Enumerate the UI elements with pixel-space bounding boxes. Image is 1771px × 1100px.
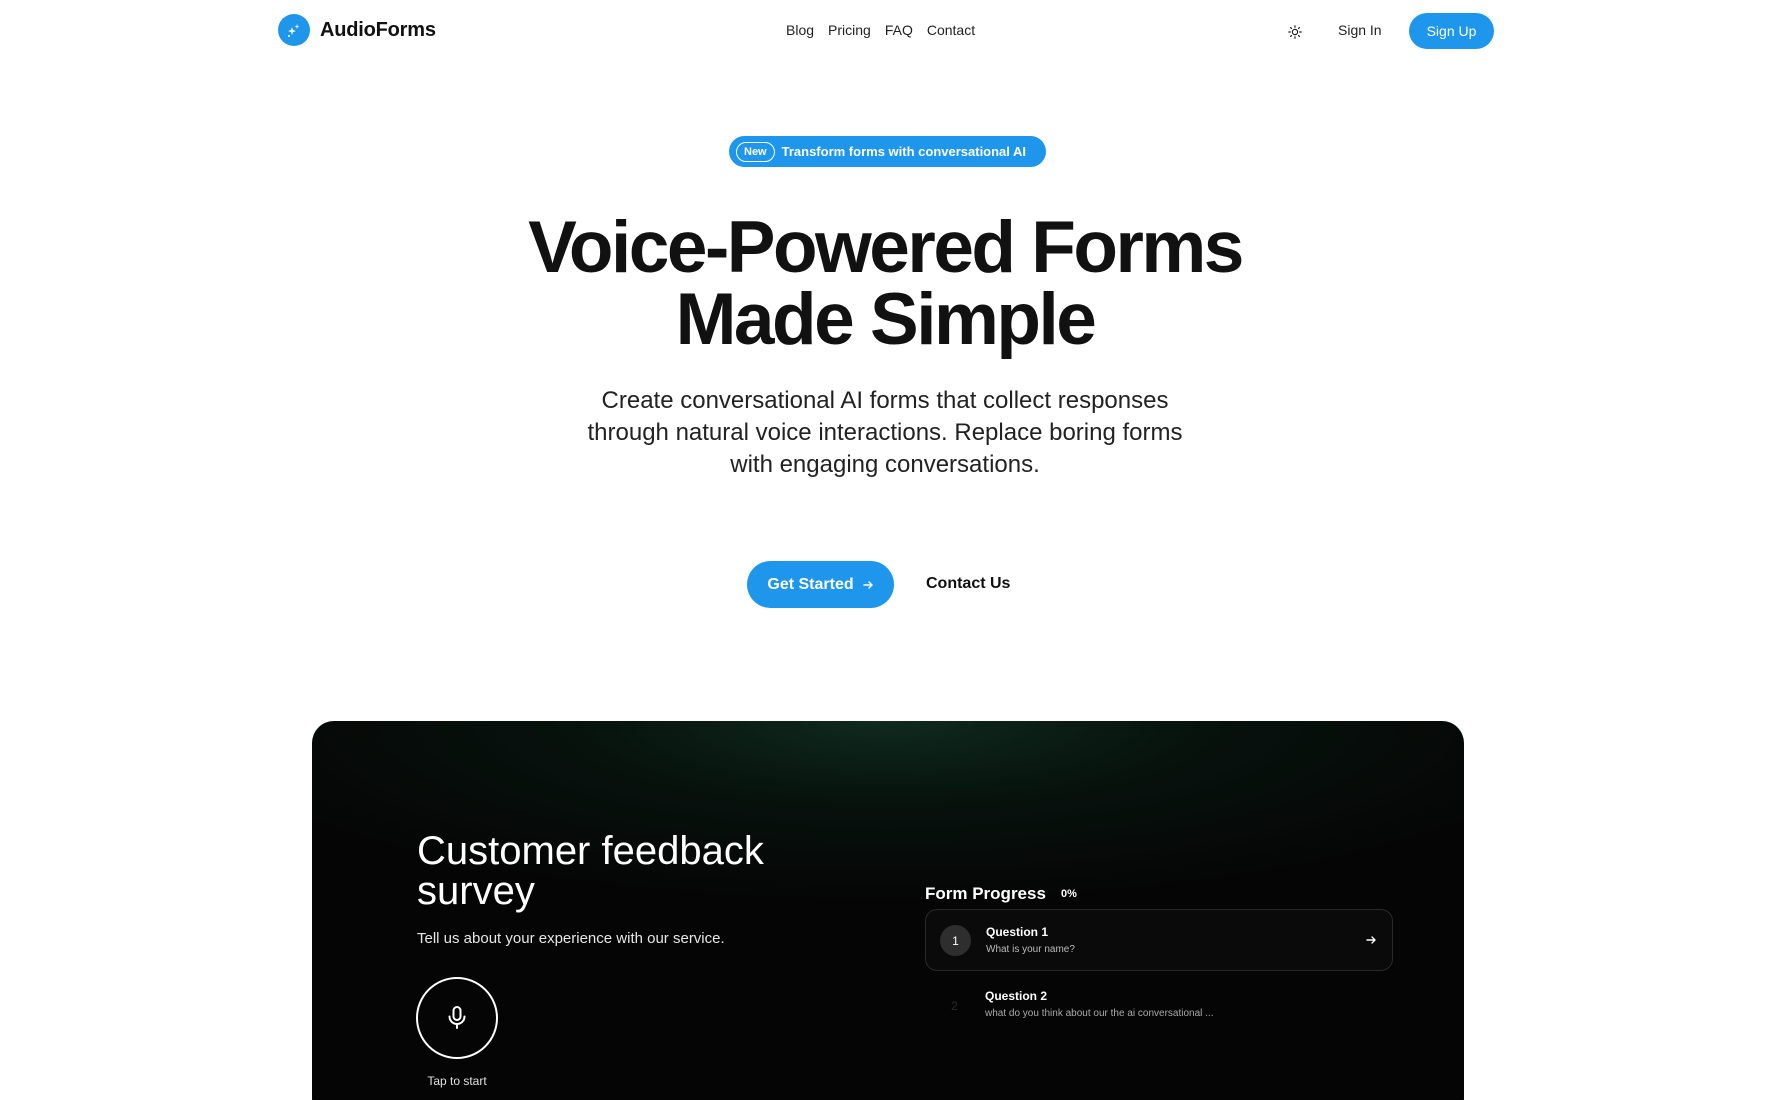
- arrow-right-icon: [862, 580, 873, 589]
- nav-link-pricing[interactable]: Pricing: [828, 22, 871, 38]
- announcement-badge[interactable]: New Transform forms with conversational …: [729, 136, 1046, 167]
- question-title: Question 2: [985, 989, 1048, 1003]
- question-item[interactable]: 2 Question 2 what do you think about our…: [925, 975, 1393, 1035]
- theme-toggle-button[interactable]: [1283, 20, 1307, 44]
- question-text: what do you think about our the ai conve…: [985, 1008, 1214, 1019]
- sign-in-link[interactable]: Sign In: [1338, 22, 1382, 38]
- hero-title: Voice-Powered Forms Made Simple: [385, 211, 1385, 356]
- question-number: 2: [951, 998, 958, 1013]
- microphone-button[interactable]: [416, 977, 498, 1059]
- form-progress-title: Form Progress: [925, 884, 1046, 903]
- brand-name: AudioForms: [320, 18, 436, 41]
- nav-link-blog[interactable]: Blog: [786, 22, 814, 38]
- survey-description: Tell us about your experience with our s…: [417, 930, 725, 947]
- brand-logo-link[interactable]: AudioForms: [278, 14, 436, 46]
- demo-panel: Customer feedback survey Tell us about y…: [312, 721, 1464, 1100]
- survey-title: Customer feedback survey: [417, 829, 764, 913]
- tap-to-start-label: Tap to start: [427, 1074, 487, 1088]
- form-progress-value: 0%: [1061, 888, 1077, 900]
- new-tag: New: [736, 141, 775, 162]
- hero-subtitle: Create conversational AI forms that coll…: [587, 387, 1183, 478]
- question-text: What is your name?: [986, 944, 1075, 955]
- nav-link-contact[interactable]: Contact: [927, 22, 975, 38]
- get-started-label: Get Started: [767, 575, 854, 593]
- sun-icon: [1288, 25, 1302, 39]
- question-title: Question 1: [986, 925, 1049, 939]
- contact-us-button[interactable]: Contact Us: [926, 575, 1010, 593]
- site-header: AudioForms Blog Pricing FAQ Contact Sign…: [0, 0, 1771, 62]
- microphone-icon: [448, 1006, 466, 1029]
- nav-link-faq[interactable]: FAQ: [885, 22, 913, 38]
- badge-text: Transform forms with conversational AI: [781, 144, 1027, 159]
- main-nav: Blog Pricing FAQ Contact: [786, 22, 975, 38]
- sparkles-icon: [278, 14, 310, 46]
- get-started-button[interactable]: Get Started: [747, 561, 894, 608]
- question-item-active[interactable]: 1 Question 1 What is your name?: [925, 909, 1393, 971]
- sign-up-button[interactable]: Sign Up: [1409, 13, 1494, 49]
- question-number: 1: [940, 925, 971, 956]
- hero-title-line-1: Voice-Powered Forms: [528, 207, 1244, 288]
- hero-title-line-2: Made Simple: [675, 279, 1097, 360]
- arrow-right-icon: [1366, 936, 1376, 944]
